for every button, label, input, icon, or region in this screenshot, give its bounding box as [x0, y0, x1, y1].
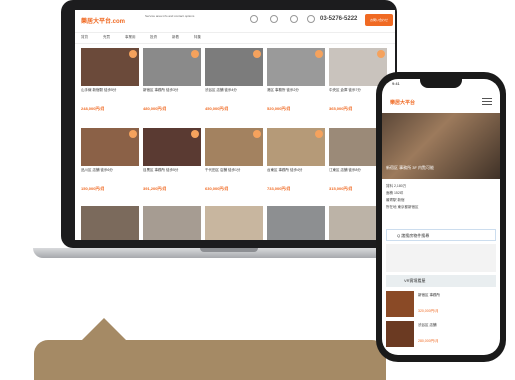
badge-icon [315, 130, 323, 138]
listing-thumb[interactable] [143, 206, 201, 240]
list-title: 新宿区 事務所 [418, 293, 440, 297]
listing-title: 山手線 新宿駅 徒歩5分 [81, 88, 117, 92]
listing-price: 630,000円/月 [205, 186, 229, 191]
laptop-screen: 樂居大平台.com Service area info and contact … [75, 10, 395, 240]
badge-icon [191, 130, 199, 138]
site-nav: 賃貸 売買 事業用 投資 新着 特集 [75, 33, 395, 44]
list-title: 渋谷区 店舗 [418, 323, 437, 327]
listing-card[interactable]: 渋谷区 店舗 徒歩4分 450,000円/月 [205, 48, 263, 120]
status-time: 9:41 [392, 81, 400, 86]
list-thumb [386, 321, 414, 347]
nav-item[interactable]: 売買 [103, 35, 110, 40]
laptop-notch [200, 248, 258, 252]
listing-title: 目黒区 事務所 徒歩5分 [143, 168, 179, 172]
phone-logo[interactable]: 樂居大平台 [390, 99, 415, 106]
listing-card[interactable]: 港区 事務所 徒歩2分 520,000円/月 [267, 48, 325, 120]
badge-icon [129, 50, 137, 58]
vr-tour-button[interactable]: VR實境看屋 [386, 275, 496, 287]
site-logo[interactable]: 樂居大平台.com [81, 16, 125, 25]
menu-icon[interactable] [482, 98, 492, 106]
listing-title: 台東区 事務所 徒歩4分 [267, 168, 303, 172]
listing-title: 品川区 店舗 徒歩6分 [81, 168, 113, 172]
listing-card[interactable]: 台東区 事務所 徒歩4分 733,000円/月 [267, 128, 325, 200]
listing-title: 新宿区 事務所 徒歩3分 [143, 88, 179, 92]
listing-price: 520,000円/月 [267, 106, 291, 111]
badge-icon [253, 50, 261, 58]
phone-screen: 9:41 樂居大平台 新宿区 事務所 3F 内覧可能 賃料 2,180万 面積 … [382, 79, 500, 355]
listing-price: 365,000円/月 [329, 106, 353, 111]
listing-price: 248,000円/月 [81, 106, 105, 111]
listing-price: 391,200円/月 [143, 186, 167, 191]
contact-button[interactable]: お問い合わせ [365, 14, 393, 26]
info-line: 所在地 東京都新宿区 [386, 205, 419, 209]
listing-thumb[interactable] [205, 206, 263, 240]
listing-price: 315,000円/月 [329, 186, 353, 191]
badge-icon [377, 50, 385, 58]
info-line: 最寄駅 新宿 [386, 198, 405, 202]
nav-item[interactable]: 投資 [150, 35, 157, 40]
info-line: 賃料 2,180万 [386, 184, 407, 188]
listing-thumb[interactable] [267, 206, 325, 240]
badge-icon [129, 130, 137, 138]
listing-title: 千代田区 店舗 徒歩1分 [205, 168, 241, 172]
phone-mockup: 9:41 樂居大平台 新宿区 事務所 3F 内覧可能 賃料 2,180万 面積 … [376, 72, 506, 362]
badge-icon [191, 50, 199, 58]
search-box[interactable]: Q 諸搜房物件搜尋 [386, 229, 496, 241]
listing-price: 480,000円/月 [143, 106, 167, 111]
phone-notch [420, 79, 462, 88]
phone-icon[interactable] [307, 15, 315, 23]
listing-card[interactable]: 品川区 店舗 徒歩6分 150,000円/月 [81, 128, 139, 200]
info-block: 賃料 2,180万 面積 152坪 最寄駅 新宿 所在地 東京都新宿区 [386, 183, 498, 211]
listing-price: 150,000円/月 [81, 186, 105, 191]
listing-card[interactable]: 新宿区 事務所 徒歩3分 480,000円/月 [143, 48, 201, 120]
speech-bubble [34, 340, 386, 380]
laptop-lid: 樂居大平台.com Service area info and contact … [61, 0, 397, 248]
site-header: 樂居大平台.com Service area info and contact … [75, 10, 395, 33]
header-phone[interactable]: 03-5276-5222 [320, 16, 357, 22]
info-line: 面積 152坪 [386, 191, 404, 195]
listing-price: 733,000円/月 [267, 186, 291, 191]
header-note: Service area info and contact options [145, 14, 195, 18]
listing-thumb[interactable] [81, 206, 139, 240]
nav-item[interactable]: 事業用 [125, 35, 136, 40]
nav-item[interactable]: 特集 [194, 35, 201, 40]
listing-title: 渋谷区 店舗 徒歩4分 [205, 88, 237, 92]
list-thumb [386, 291, 414, 317]
listing-card[interactable]: 目黒区 事務所 徒歩5分 391,200円/月 [143, 128, 201, 200]
badge-icon [253, 130, 261, 138]
list-price: 320,000円/月 [418, 309, 439, 313]
listing-title: 港区 事務所 徒歩2分 [267, 88, 299, 92]
filter-area [386, 244, 496, 272]
list-item[interactable]: 渋谷区 店舗 280,000円/月 [386, 321, 496, 347]
laptop-mockup: 樂居大平台.com Service area info and contact … [33, 0, 425, 262]
speech-bubble-tip [80, 318, 128, 342]
listing-card[interactable]: 山手線 新宿駅 徒歩5分 248,000円/月 [81, 48, 139, 120]
listing-card[interactable]: 千代田区 店舗 徒歩1分 630,000円/月 [205, 128, 263, 200]
map-icon[interactable] [290, 15, 298, 23]
listing-price: 450,000円/月 [205, 106, 229, 111]
list-item[interactable]: 新宿区 事務所 320,000円/月 [386, 291, 496, 317]
home-icon[interactable] [250, 15, 258, 23]
badge-icon [315, 50, 323, 58]
nav-item[interactable]: 賃貸 [81, 35, 88, 40]
heart-icon[interactable] [270, 15, 278, 23]
nav-item[interactable]: 新着 [172, 35, 179, 40]
list-price: 280,000円/月 [418, 339, 439, 343]
hero-title: 新宿区 事務所 3F 内覧可能 [386, 165, 435, 170]
